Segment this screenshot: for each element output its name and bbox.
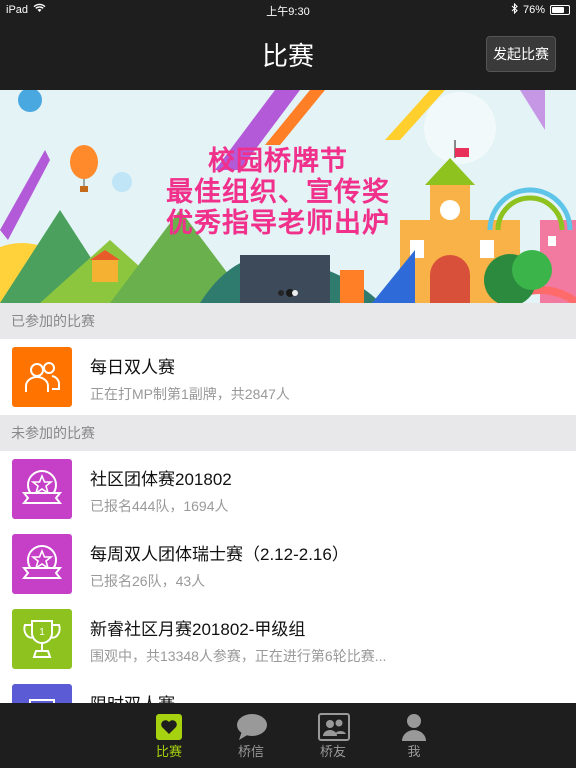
battery-icon (550, 5, 570, 15)
promo-banner[interactable]: 校园桥牌节 最佳组织、宣传奖 优秀指导老师出炉 (0, 90, 576, 303)
status-time: 上午9:30 (266, 6, 310, 18)
status-bar: iPad 上午9:30 76% (0, 0, 576, 20)
banner-line-1: 校园桥牌节 (208, 146, 348, 176)
match-status: 正在打MP制第1副牌，共2847人 (90, 386, 290, 402)
status-right: 76% (511, 2, 570, 17)
battery-percent: 76% (522, 4, 545, 16)
match-status: 已报名26队，43人 (90, 573, 206, 589)
match-status: 围观中，共13348人参赛，正在进行第6轮比赛... (90, 648, 387, 664)
star-ribbon-icon (12, 459, 72, 519)
page-dot[interactable] (292, 290, 298, 296)
person-icon (399, 713, 429, 741)
match-status: 已报名444队，1694人 (90, 498, 229, 514)
banner-line-3: 优秀指导老师出炉 (166, 208, 390, 238)
chat-bubble-icon (236, 713, 267, 741)
bluetooth-icon (511, 2, 518, 17)
launch-match-button[interactable]: 发起比赛 (486, 36, 556, 72)
match-name: 新睿社区月赛201802-甲级组 (90, 620, 306, 639)
list-item[interactable]: 社区团体赛201802 已报名444队，1694人 (0, 451, 576, 527)
navigation-bar: 比赛 发起比赛 (0, 20, 576, 90)
match-name: 每周双人团体瑞士赛（2.12-2.16） (90, 545, 349, 564)
page-dot[interactable] (278, 290, 284, 296)
tab-label: 桥信 (237, 744, 264, 759)
trophy-icon: 1 (12, 609, 72, 669)
list-item[interactable]: 每日双人赛 正在打MP制第1副牌，共2847人 (0, 339, 576, 415)
people-icon (12, 347, 72, 407)
heart-card-icon (154, 713, 184, 741)
tab-label: 我 (407, 744, 421, 759)
star-ribbon-icon (12, 534, 72, 594)
tab-friends[interactable]: 桥友 (293, 703, 373, 768)
section-header-not-joined: 未参加的比赛 (0, 415, 576, 451)
svg-text:1: 1 (39, 627, 45, 638)
tab-matches[interactable]: 比赛 (129, 703, 209, 768)
banner-pagination (0, 290, 576, 296)
contacts-icon (318, 713, 350, 741)
tab-bar: 比赛 桥信 桥友 我 (0, 703, 576, 768)
tab-label: 桥友 (319, 744, 346, 759)
battery-fill (552, 7, 565, 13)
banner-line-2: 最佳组织、宣传奖 (166, 177, 390, 207)
list-item[interactable]: 1 新睿社区月赛201802-甲级组 围观中，共13348人参赛，正在进行第6轮… (0, 601, 576, 677)
tab-label: 比赛 (155, 744, 182, 759)
tab-messages[interactable]: 桥信 (211, 703, 291, 768)
section-header-joined: 已参加的比赛 (0, 303, 576, 339)
match-name: 社区团体赛201802 (90, 470, 232, 489)
tab-me[interactable]: 我 (374, 703, 454, 768)
match-name: 每日双人赛 (90, 358, 175, 377)
list-item[interactable]: 每周双人团体瑞士赛（2.12-2.16） 已报名26队，43人 (0, 526, 576, 602)
banner-text: 校园桥牌节 最佳组织、宣传奖 优秀指导老师出炉 (156, 146, 400, 239)
